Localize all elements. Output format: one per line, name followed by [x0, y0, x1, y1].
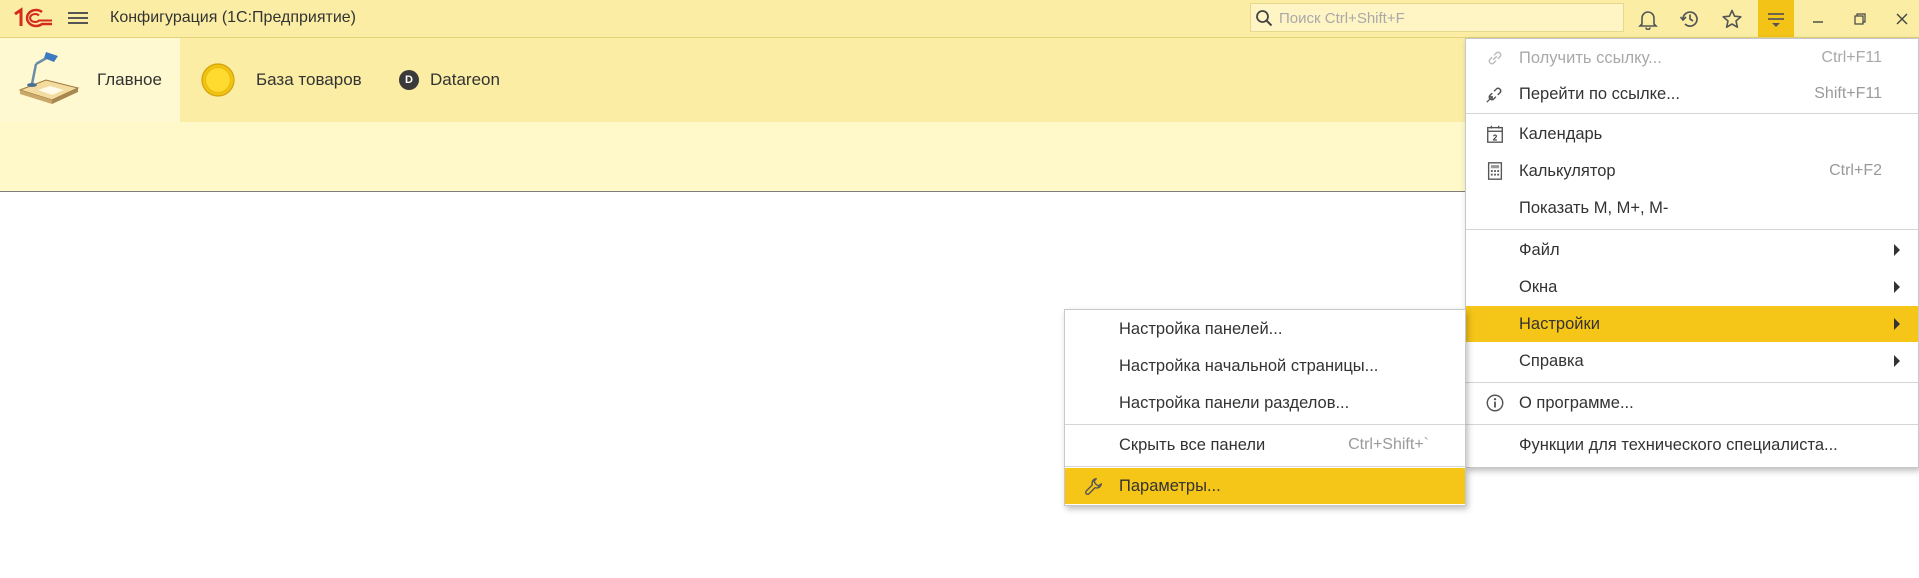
search-icon: [1256, 10, 1273, 27]
calendar-icon: 2: [1484, 123, 1506, 145]
svg-text:2: 2: [1493, 133, 1498, 142]
submenu-item-hide-all-panels[interactable]: Скрыть все панели Ctrl+Shift+`: [1065, 427, 1465, 463]
menu-item-about[interactable]: О программе...: [1466, 385, 1918, 421]
section-goods[interactable]: База товаров: [180, 38, 380, 122]
datareon-d-icon: D: [399, 70, 419, 90]
menu-separator: [1466, 424, 1918, 425]
1c-logo: [12, 6, 54, 30]
yellow-circle-icon: [201, 63, 235, 97]
submenu-item-start-page-setup[interactable]: Настройка начальной страницы...: [1065, 348, 1465, 384]
section-datareon[interactable]: D Datareon: [380, 38, 520, 122]
history-icon[interactable]: [1675, 4, 1705, 34]
menu-item-settings[interactable]: Настройки: [1466, 306, 1918, 342]
submenu-item-panels-setup[interactable]: Настройка панелей...: [1065, 311, 1465, 347]
link-icon: [1484, 47, 1506, 69]
menu-item-tech-functions[interactable]: Функции для технического специалиста...: [1466, 427, 1918, 463]
calculator-icon: [1484, 160, 1506, 182]
menu-separator: [1065, 466, 1465, 467]
title-bar: Конфигурация (1С:Предприятие): [0, 0, 1919, 38]
menu-item-show-memory[interactable]: Показать M, M+, M-: [1466, 190, 1918, 226]
bell-icon[interactable]: [1633, 4, 1663, 34]
menu-item-calendar[interactable]: 2 Календарь: [1466, 116, 1918, 152]
submenu-item-sections-panel-setup[interactable]: Настройка панели разделов...: [1065, 385, 1465, 421]
settings-submenu: Настройка панелей... Настройка начальной…: [1064, 309, 1466, 506]
go-link-icon: [1484, 83, 1506, 105]
restore-icon[interactable]: [1845, 4, 1875, 34]
minimize-icon[interactable]: [1803, 4, 1833, 34]
search-box[interactable]: [1250, 3, 1624, 32]
menu-item-get-link: Получить ссылку... Ctrl+F11: [1466, 40, 1918, 76]
desk-lamp-icon: [16, 50, 82, 106]
star-icon[interactable]: [1717, 4, 1747, 34]
menu-item-calculator[interactable]: Калькулятор Ctrl+F2: [1466, 153, 1918, 189]
main-menu-icon[interactable]: [1758, 0, 1794, 37]
menu-separator: [1466, 113, 1918, 114]
section-datareon-label: Datareon: [430, 70, 500, 89]
menu-separator: [1466, 382, 1918, 383]
submenu-item-parameters[interactable]: Параметры...: [1065, 468, 1465, 504]
section-main[interactable]: Главное: [0, 38, 180, 122]
hamburger-menu-icon[interactable]: [68, 9, 88, 27]
menu-item-windows[interactable]: Окна: [1466, 269, 1918, 305]
wrench-icon: [1083, 475, 1105, 497]
info-icon: [1484, 392, 1506, 414]
section-main-label: Главное: [97, 70, 162, 89]
submenu-arrow-icon: [1894, 281, 1900, 293]
app-title: Конфигурация (1С:Предприятие): [110, 9, 356, 26]
menu-item-file[interactable]: Файл: [1466, 232, 1918, 268]
menu-item-go-to-link[interactable]: Перейти по ссылке... Shift+F11: [1466, 76, 1918, 112]
section-goods-label: База товаров: [256, 70, 362, 89]
menu-separator: [1466, 229, 1918, 230]
search-input[interactable]: [1277, 7, 1621, 30]
submenu-arrow-icon: [1894, 318, 1900, 330]
submenu-arrow-icon: [1894, 244, 1900, 256]
menu-item-help[interactable]: Справка: [1466, 343, 1918, 379]
submenu-arrow-icon: [1894, 355, 1900, 367]
close-icon[interactable]: [1887, 4, 1917, 34]
menu-separator: [1065, 424, 1465, 425]
main-menu-dropdown: Получить ссылку... Ctrl+F11 Перейти по с…: [1465, 38, 1919, 468]
